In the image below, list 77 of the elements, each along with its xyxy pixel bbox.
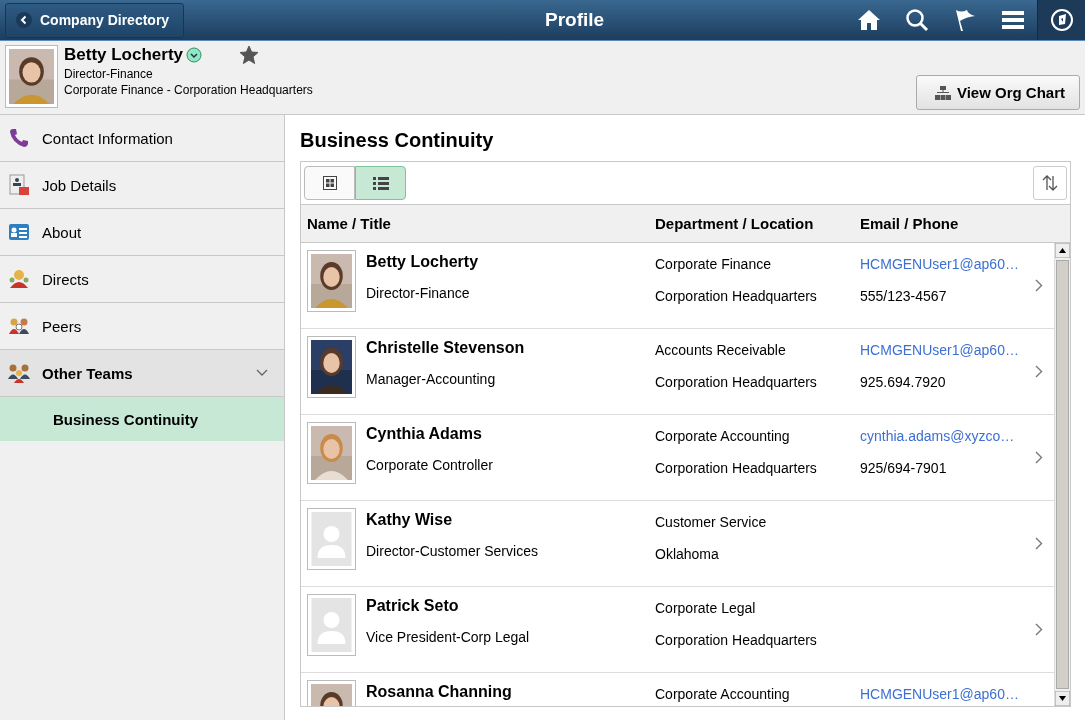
people-icon — [8, 268, 30, 290]
chevron-right-icon — [1035, 365, 1043, 378]
person-title: Vice President-Corp Legal — [366, 629, 530, 645]
person-title: Manager-Accounting — [366, 371, 497, 387]
favorite-star-icon[interactable] — [239, 45, 260, 65]
person-title: Director-Customer Services — [366, 543, 538, 559]
department: Corporate Finance — [655, 256, 772, 272]
department: Corporate Accounting — [655, 686, 791, 702]
column-header: Email / Phone — [860, 215, 960, 232]
person-row[interactable]: Patrick Seto Vice President-Corp Legal Corporate Legal Corporation Headquarters — [301, 587, 1054, 673]
person-placeholder-icon — [311, 512, 352, 566]
email-link[interactable]: HCMGENUser1@ap60… — [860, 342, 1024, 358]
scrollbar[interactable] — [1054, 243, 1070, 706]
person-name: Patrick Seto — [366, 597, 460, 615]
column-header: Department / Location — [655, 215, 815, 232]
people-icon — [8, 362, 30, 384]
column-header: Name / Title — [307, 215, 392, 232]
view-org-chart-button[interactable]: View Org Chart — [915, 75, 1080, 110]
location: Oklahoma — [655, 546, 720, 562]
profile-name: Betty Locherty — [64, 45, 184, 65]
chevron-right-icon — [1035, 451, 1043, 464]
grid-icon — [322, 176, 337, 190]
navigator-button[interactable] — [1037, 0, 1085, 40]
person-name: Rosanna Channing — [366, 683, 512, 701]
location: Corporation Headquarters — [655, 374, 818, 390]
contact-card-icon — [8, 221, 30, 243]
sidebar-subitem[interactable]: Business Continuity — [0, 397, 284, 441]
person-row[interactable]: Kathy Wise Director-Customer Services Customer Service Oklahoma — [301, 501, 1054, 587]
person-name: Christelle Stevenson — [366, 339, 525, 357]
department: Customer Service — [655, 514, 768, 530]
sort-button[interactable] — [1033, 166, 1067, 200]
person-row[interactable]: Cynthia Adams Corporate Controller Corporate Accounting Corporation Headquarters cynthia.adams@xyzco… 925/694-7901 — [301, 415, 1054, 501]
person-row[interactable]: Christelle Stevenson Manager-Accounting Accounts Receivable Corporation Headquarters HCMGENUser1@ap60… 925.694.7920 — [301, 329, 1054, 415]
person-name: Betty Locherty — [366, 253, 479, 271]
org-chart-icon — [934, 85, 951, 100]
menu-icon — [1002, 10, 1024, 30]
location: Corporation Headquarters — [655, 460, 818, 476]
person-name: Cynthia Adams — [366, 425, 483, 443]
list-view-button[interactable] — [355, 166, 406, 200]
email-link[interactable]: HCMGENUser1@ap60… — [860, 256, 1024, 272]
document-briefcase-icon — [8, 174, 30, 196]
status-dropdown-icon[interactable] — [186, 47, 203, 63]
department: Corporate Legal — [655, 600, 757, 616]
phone-number: 925/694-7901 — [860, 460, 948, 476]
scroll-down-icon — [1055, 691, 1070, 706]
flag-icon — [953, 8, 977, 32]
profile-department: Corporate Finance - Corporation Headquarters — [64, 83, 313, 97]
search-icon — [905, 8, 929, 32]
location: Corporation Headquarters — [655, 288, 818, 304]
person-title: Corporate Controller — [366, 457, 493, 473]
person-row[interactable]: Rosanna Channing Corporate Accounting HCMGENUser1@ap60… — [301, 673, 1054, 706]
location: Corporation Headquarters — [655, 632, 818, 648]
email-link[interactable]: cynthia.adams@xyzco… — [860, 428, 1024, 444]
email-link[interactable]: HCMGENUser1@ap60… — [860, 686, 1024, 702]
grid-view-button[interactable] — [304, 166, 355, 200]
back-icon — [16, 12, 32, 28]
phone-number: 555/123-4567 — [860, 288, 948, 304]
home-icon — [857, 9, 881, 31]
profile-job-title: Director-Finance — [64, 67, 154, 81]
person-placeholder-icon — [311, 598, 352, 652]
person-title: Director-Finance — [366, 285, 471, 301]
department: Accounts Receivable — [655, 342, 787, 358]
section-title: Business Continuity — [300, 129, 495, 152]
person-row[interactable]: Betty Locherty Director-Finance Corporate Finance Corporation Headquarters HCMGENUser1@ap60… 555/123-4567 — [301, 243, 1054, 329]
chevron-right-icon — [1035, 537, 1043, 550]
back-button[interactable]: Company Directory — [5, 2, 185, 38]
chevron-right-icon — [1035, 623, 1043, 636]
list-icon — [372, 176, 389, 190]
chevron-right-icon — [1035, 279, 1043, 292]
department: Corporate Accounting — [655, 428, 791, 444]
sidebar-item[interactable]: Other Teams — [0, 350, 284, 397]
sort-icon — [1042, 175, 1058, 191]
phone-icon — [8, 127, 30, 149]
compass-icon — [1049, 8, 1074, 32]
person-name: Kathy Wise — [366, 511, 454, 529]
page-title: Profile — [544, 9, 606, 31]
phone-number: 925.694.7920 — [860, 374, 947, 390]
